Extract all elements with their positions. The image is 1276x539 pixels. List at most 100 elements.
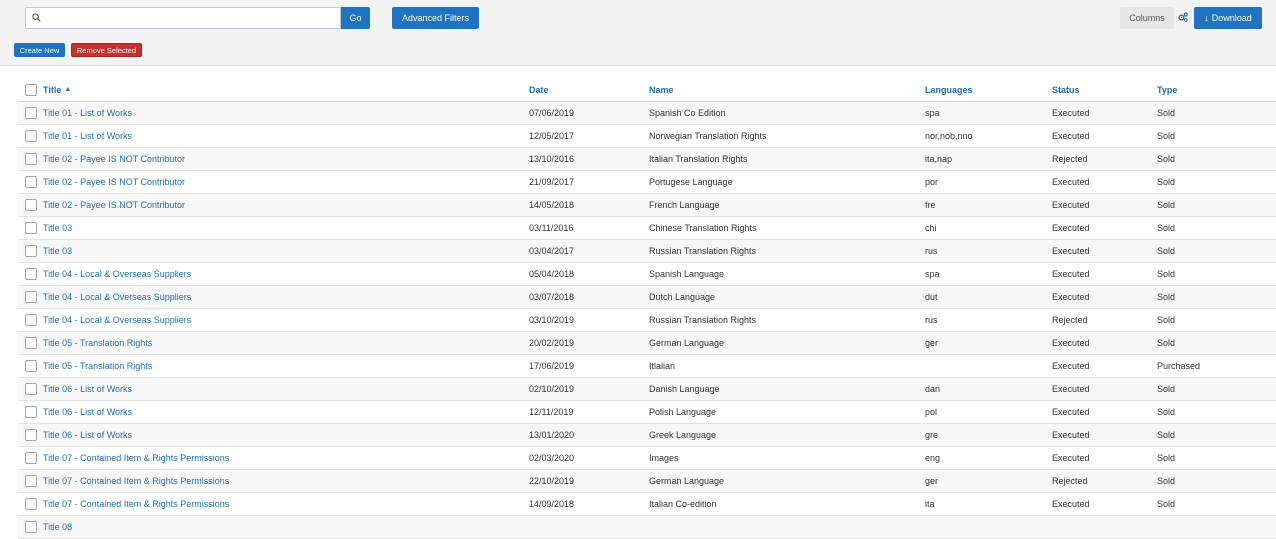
row-status: Executed [1052,361,1090,371]
row-title-link[interactable]: Title 04 - Local & Overseas Suppliers [43,263,191,285]
table-row: Title 03 03/04/2017 Russian Translation Ri… [18,240,1276,263]
row-checkbox[interactable] [25,268,37,280]
go-button[interactable]: Go [341,7,370,29]
row-title-link[interactable]: Title 08 [43,516,72,538]
table-row: Title 06 - List of Works 02/10/2019 Danish… [18,378,1276,401]
row-checkbox[interactable] [25,360,37,372]
table-row: Title 05 - Translation Rights 17/06/2019 I… [18,355,1276,378]
row-checkbox[interactable] [25,337,37,349]
row-date: 03/04/2017 [529,246,575,256]
column-header-type[interactable]: Type [1157,79,1177,101]
row-title-link[interactable]: Title 03 [43,217,72,239]
gears-icon[interactable] [1178,12,1188,22]
row-date: 21/09/2017 [529,177,575,187]
table-row: Title 02 - Payee IS NOT Contributor 13/10… [18,148,1276,171]
remove-selected-button[interactable]: Remove Selected [71,43,142,57]
row-type: Sold [1157,476,1176,486]
row-checkbox[interactable] [25,222,37,234]
column-header-status[interactable]: Status [1052,79,1080,101]
row-name: German Language [649,338,725,348]
row-name: German Language [649,476,725,486]
advanced-filters-button[interactable]: Advanced Filters [392,7,479,29]
column-header-title[interactable]: Title ▲ [43,79,71,101]
row-title-link[interactable]: Title 02 - Payee IS NOT Contributor [43,148,185,170]
row-title-link[interactable]: Title 05 - Translation Rights [43,332,152,354]
search-box[interactable] [25,7,341,29]
row-type: Sold [1157,108,1176,118]
columns-button[interactable]: Columns [1120,7,1174,29]
row-languages: dut [925,292,938,302]
column-header-date[interactable]: Date [529,79,549,101]
row-type: Sold [1157,430,1176,440]
row-languages: ita,nap [925,154,953,164]
row-checkbox[interactable] [25,153,37,165]
row-title-link[interactable]: Title 01 - List of Works [43,125,132,147]
row-checkbox[interactable] [25,406,37,418]
row-title-link[interactable]: Title 05 - Translation Rights [43,355,152,377]
row-title-link[interactable]: Title 06 - List of Works [43,378,132,400]
row-languages: dan [925,384,941,394]
select-all-checkbox[interactable] [25,84,37,96]
row-checkbox[interactable] [25,130,37,142]
row-date: 02/03/2020 [529,453,575,463]
row-name: Polish Language [649,407,717,417]
column-header-languages[interactable]: Languages [925,79,973,101]
row-languages: ita [925,499,935,509]
row-title-link[interactable]: Title 07 - Contained Item & Rights Permi… [43,493,229,515]
row-title-link[interactable]: Title 04 - Local & Overseas Suppliers [43,286,191,308]
row-date: 22/10/2019 [529,476,575,486]
row-status: Executed [1052,499,1090,509]
row-languages: rus [925,246,938,256]
row-checkbox[interactable] [25,314,37,326]
row-name: Norwegian Translation Rights [649,131,767,141]
row-checkbox[interactable] [25,291,37,303]
row-status: Executed [1052,223,1090,233]
table-row: Title 01 - List of Works 07/06/2019 Spanis… [18,102,1276,125]
row-checkbox[interactable] [25,199,37,211]
row-type: Sold [1157,246,1176,256]
download-button[interactable]: ↓ Download [1194,7,1262,29]
row-title-link[interactable]: Title 07 - Contained Item & Rights Permi… [43,470,229,492]
table-row: Title 04 - Local & Overseas Suppliers 05/… [18,263,1276,286]
row-checkbox[interactable] [25,245,37,257]
row-languages: chi [925,223,937,233]
row-checkbox[interactable] [25,176,37,188]
row-checkbox[interactable] [25,475,37,487]
row-title-link[interactable]: Title 01 - List of Works [43,102,132,124]
row-title-link[interactable]: Title 03 [43,240,72,262]
table-row: Title 07 - Contained Item & Rights Permi… [18,447,1276,470]
results-table: Title ▲ Date Name Languages Status Type T… [18,79,1276,539]
row-status: Executed [1052,453,1090,463]
row-checkbox[interactable] [25,452,37,464]
row-title-link[interactable]: Title 02 - Payee IS NOT Contributor [43,194,185,216]
row-name: Itlalian [649,361,676,371]
row-date: 20/02/2019 [529,338,575,348]
row-status: Executed [1052,177,1090,187]
row-name: Italian Co-edition [649,499,717,509]
sort-ascending-icon: ▲ [64,86,72,93]
row-name: Greek Language [649,430,717,440]
row-checkbox[interactable] [25,383,37,395]
row-title-link[interactable]: Title 02 - Payee IS NOT Contributor [43,171,185,193]
row-status: Executed [1052,200,1090,210]
row-status: Executed [1052,430,1090,440]
row-checkbox[interactable] [25,107,37,119]
row-languages: fre [925,200,936,210]
search-input[interactable] [44,8,336,28]
table-row: Title 07 - Contained Item & Rights Permi… [18,493,1276,516]
row-date: 12/11/2019 [529,407,574,417]
row-type: Sold [1157,407,1176,417]
row-checkbox[interactable] [25,498,37,510]
row-title-link[interactable]: Title 06 - List of Works [43,424,132,446]
row-checkbox[interactable] [25,429,37,441]
row-name: Russian Translation Rights [649,246,757,256]
row-title-link[interactable]: Title 07 - Contained Item & Rights Permi… [43,447,229,469]
row-title-link[interactable]: Title 04 - Local & Overseas Suppliers [43,309,191,331]
create-new-button[interactable]: Create New [14,43,65,57]
column-header-name[interactable]: Name [649,79,674,101]
row-checkbox[interactable] [25,521,37,533]
row-status: Rejected [1052,315,1088,325]
row-date: 03/11/2016 [529,223,574,233]
row-title-link[interactable]: Title 06 - List of Works [43,401,132,423]
table-row: Title 08 [18,516,1276,539]
